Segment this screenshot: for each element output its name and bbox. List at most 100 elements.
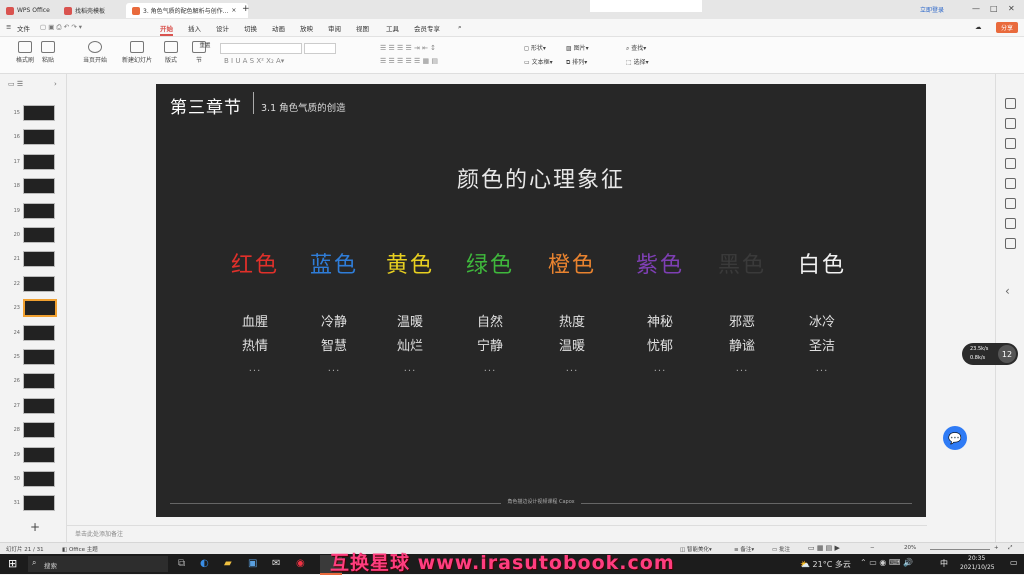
slide-thumbnail[interactable]: 22: [6, 275, 62, 293]
slide-thumbnail[interactable]: 26: [6, 372, 62, 390]
slide-thumbnail[interactable]: 24: [6, 324, 62, 342]
slide-thumbnail[interactable]: 31: [6, 494, 62, 512]
share-button[interactable]: 分享: [995, 22, 1018, 33]
select-tool-icon[interactable]: [1005, 98, 1016, 109]
tab-current-doc[interactable]: 3. 角色气质的配色解析与创作... ×: [126, 3, 248, 18]
arrange-button[interactable]: ⧉ 排列▾: [566, 57, 587, 67]
add-tab-icon[interactable]: +: [242, 4, 250, 14]
chevron-right-icon[interactable]: ›: [54, 80, 57, 88]
text-format-icons[interactable]: B I U A S X² X₂ A▾: [224, 57, 284, 65]
view-mode-icons[interactable]: ▭ ▦ ▤ ▶: [808, 544, 840, 552]
new-slide-button[interactable]: 新建幻灯片: [120, 41, 154, 64]
tray-icons[interactable]: ⌃ ▭ ◉ ⌨ 🔊: [860, 558, 913, 567]
shape-button[interactable]: ◻ 形状▾: [524, 43, 546, 52]
slide-thumbnail[interactable]: 19: [6, 202, 62, 220]
layout-button[interactable]: 版式: [162, 41, 180, 64]
slide-thumbnail[interactable]: 23: [6, 299, 62, 318]
clock-date[interactable]: 2021/10/25: [960, 564, 995, 571]
slide-thumbnail[interactable]: 25: [6, 348, 62, 366]
notification-icon[interactable]: ▭: [1010, 558, 1018, 567]
menu-slideshow[interactable]: 放映: [300, 23, 313, 33]
login-link[interactable]: 立即登录: [920, 5, 944, 14]
menu-insert[interactable]: 插入: [188, 23, 201, 33]
menu-tools[interactable]: 工具: [386, 23, 399, 33]
menu-file[interactable]: 文件: [17, 23, 30, 33]
menu-animation[interactable]: 动画: [272, 23, 285, 33]
search-icon[interactable]: ⌕: [458, 23, 462, 32]
minimize-icon[interactable]: —: [972, 4, 980, 13]
reset-button[interactable]: 重置: [194, 41, 216, 49]
smart-beautify-button[interactable]: ◫ 智能美化▾: [680, 545, 712, 553]
taskbar-search[interactable]: ⌕ 搜索: [28, 556, 168, 572]
notes-toggle-button[interactable]: ≡ 备注▾: [734, 545, 754, 553]
picture-button[interactable]: ▨ 图片▾: [566, 43, 589, 52]
cloud-icon[interactable]: ☁: [975, 23, 982, 31]
close-icon[interactable]: ×: [231, 7, 236, 14]
font-size-select[interactable]: [304, 43, 336, 54]
slide-thumbnail[interactable]: 15: [6, 104, 62, 122]
paragraph-icons[interactable]: ☰ ☰ ☰ ☰ ⇥ ⇤ ↕: [380, 44, 436, 52]
notes-pane[interactable]: 单击此处添加备注: [67, 525, 927, 540]
comment-toggle-button[interactable]: ▭ 批注: [772, 545, 790, 553]
theme-label[interactable]: ◧ Office 主题: [62, 545, 98, 553]
slide-thumbnail[interactable]: 28: [6, 421, 62, 439]
zoom-out-icon[interactable]: −: [870, 545, 875, 551]
chevron-left-icon[interactable]: ‹: [1005, 284, 1010, 298]
comment-icon[interactable]: [1005, 218, 1016, 229]
slide-thumbnail[interactable]: 21: [6, 250, 62, 268]
edge-icon[interactable]: ◐: [200, 558, 209, 569]
fit-window-icon[interactable]: ⤢: [1008, 545, 1012, 552]
tab-wps-office[interactable]: WPS Office: [6, 3, 50, 18]
slide-thumbnail[interactable]: 29: [6, 446, 62, 464]
select-button[interactable]: ⬚ 选择▾: [626, 57, 649, 66]
mail-icon[interactable]: ✉: [272, 558, 280, 569]
start-from-current-button[interactable]: 当页开始: [80, 41, 110, 64]
folder-icon[interactable]: ▰: [224, 558, 232, 569]
ime-indicator[interactable]: 中: [940, 558, 948, 569]
clock-time[interactable]: 20:35: [968, 555, 985, 562]
font-name-select[interactable]: [220, 43, 302, 54]
menu-transition[interactable]: 切换: [244, 23, 257, 33]
textbox-button[interactable]: ▭ 文本框▾: [524, 57, 553, 66]
slide-thumbnail[interactable]: 27: [6, 397, 62, 415]
windows-start-icon[interactable]: ⊞: [8, 557, 17, 570]
slide-thumbnail[interactable]: 17: [6, 153, 62, 171]
chat-bubble-icon[interactable]: 💬: [943, 426, 967, 450]
find-button[interactable]: ⌕ 查找▾: [626, 43, 646, 53]
share-icon[interactable]: [1005, 238, 1016, 249]
chrome-icon[interactable]: ◉: [296, 558, 305, 569]
slide-thumbnail[interactable]: 20: [6, 226, 62, 244]
tab-template[interactable]: 找稻壳模板: [64, 3, 105, 18]
network-speed-widget[interactable]: 23.5k/s 0.8k/s 12: [962, 343, 1018, 365]
menu-design[interactable]: 设计: [216, 23, 229, 33]
slide-canvas[interactable]: 第三章节 3.1 角色气质的创造 颜色的心理象征 红色 血腥 热情... 蓝色 冷静 智慧…: [156, 84, 926, 517]
copy-icon[interactable]: [1005, 138, 1016, 149]
slide-thumbnail[interactable]: 30: [6, 470, 62, 488]
menu-icon[interactable]: ≡: [6, 23, 11, 31]
menu-home[interactable]: 开始: [160, 23, 173, 36]
paste-button[interactable]: 粘贴: [38, 41, 58, 64]
zoom-slider[interactable]: [930, 549, 990, 550]
align-icons[interactable]: ☰ ☰ ☰ ☰ ☰ ▦ ▤: [380, 57, 438, 65]
menu-review[interactable]: 审阅: [328, 23, 341, 33]
maximize-icon[interactable]: □: [990, 4, 998, 13]
toolbar-quick-icons[interactable]: ▢ ▣ ⎙ ↶ ↷ ▾: [40, 23, 82, 32]
format-painter-button[interactable]: 格式刷: [14, 41, 36, 64]
format-icon[interactable]: [1005, 158, 1016, 169]
weather-widget[interactable]: ⛅ 21°C 多云: [800, 559, 851, 570]
thumbnail-view-icon[interactable]: ▭ ☰: [8, 80, 23, 88]
help-icon[interactable]: [1005, 198, 1016, 209]
settings-sliders-icon[interactable]: [1005, 178, 1016, 189]
slide-thumbnail[interactable]: 18: [6, 177, 62, 195]
close-window-icon[interactable]: ✕: [1008, 4, 1015, 13]
slide-thumbnail[interactable]: 16: [6, 128, 62, 146]
task-view-icon[interactable]: ⧉: [178, 558, 185, 569]
menu-view[interactable]: 视图: [356, 23, 369, 33]
menu-vip[interactable]: 会员专享: [414, 23, 440, 33]
store-icon[interactable]: ▣: [248, 558, 257, 569]
add-slide-icon[interactable]: +: [30, 520, 40, 534]
zoom-in-icon[interactable]: +: [994, 545, 999, 551]
floating-search-box[interactable]: [590, 0, 702, 12]
star-icon[interactable]: [1005, 118, 1016, 129]
zoom-level[interactable]: 20%: [904, 545, 916, 551]
